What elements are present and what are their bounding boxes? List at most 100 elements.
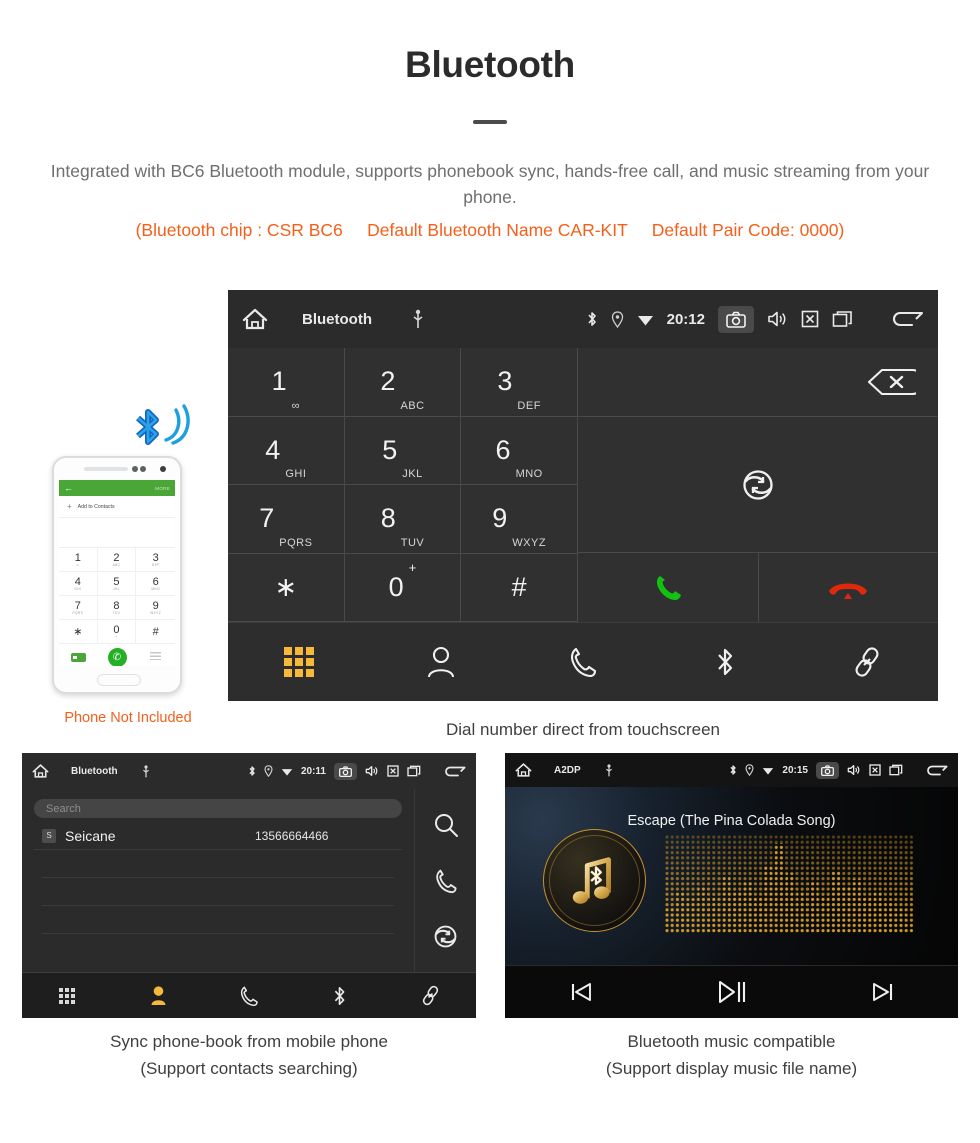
- home-icon[interactable]: [242, 307, 268, 331]
- home-icon[interactable]: [515, 762, 532, 778]
- music-status-bar: A2DP 20:15: [505, 753, 958, 787]
- phone-key: 2 ABC: [97, 548, 137, 572]
- phone-keypad: 1 ∞ 2 ABC 3 DEF 4 GHI 5 JKL 6 MNO 7 PQRS 8 TUV 9…: [59, 548, 175, 644]
- contact-row[interactable]: S Seicane 13566664466: [34, 822, 402, 850]
- close-box-icon[interactable]: [387, 765, 399, 777]
- volume-icon[interactable]: [365, 765, 379, 777]
- page-subtitle: Integrated with BC6 Bluetooth module, su…: [50, 161, 930, 207]
- tab-call-log[interactable]: [512, 646, 654, 678]
- phonebook-screen: Bluetooth 20:11 Search S Seicane 1356666…: [22, 753, 476, 1018]
- tab-keypad[interactable]: [228, 647, 370, 677]
- location-icon: [745, 764, 754, 776]
- music-caption: Bluetooth music compatible (Support disp…: [505, 1028, 958, 1082]
- phonebook-caption-line1: Sync phone-book from mobile phone: [110, 1032, 388, 1051]
- search-input[interactable]: Search: [34, 799, 402, 818]
- tab-pair[interactable]: [385, 985, 476, 1006]
- recents-icon[interactable]: [889, 764, 903, 776]
- tab-bluetooth[interactable]: [294, 985, 385, 1007]
- tab-pair[interactable]: [796, 646, 938, 678]
- tab-contacts[interactable]: [370, 646, 512, 678]
- close-box-icon[interactable]: [869, 764, 881, 776]
- call-button[interactable]: [578, 553, 759, 622]
- dial-key-4[interactable]: 4 GHI: [228, 416, 345, 485]
- keypad-icon: [284, 647, 314, 677]
- phone-front-camera: [160, 466, 166, 472]
- tab-bluetooth[interactable]: [654, 646, 796, 678]
- back-arrow-icon[interactable]: [924, 763, 948, 778]
- dialer-sync-row: [578, 417, 938, 553]
- phone-key: 0 +: [97, 620, 137, 644]
- usb-icon: [605, 763, 613, 777]
- back-arrow-icon[interactable]: [442, 764, 466, 779]
- phone-add-contact-row: + Add to Contacts: [59, 496, 175, 518]
- dial-key-3[interactable]: 3 DEF: [461, 348, 578, 417]
- tab-call-log[interactable]: [204, 985, 295, 1007]
- dial-key-2[interactable]: 2 ABC: [344, 348, 462, 417]
- phone-key: 5 JKL: [97, 572, 137, 596]
- camera-icon[interactable]: [334, 762, 357, 780]
- dialer-body: 1 ∞ 2 ABC 3 DEF 4 GHI 5 JKL 6 MNO 7 PQRS 8 TUV 9…: [228, 348, 938, 622]
- close-box-icon[interactable]: [801, 310, 819, 328]
- dialer-caption: Dial number direct from touchscreen: [445, 720, 720, 739]
- dialer-title: Bluetooth: [302, 310, 372, 328]
- phone-action-row: ✆: [59, 644, 175, 666]
- music-note-bluetooth-icon: [566, 852, 624, 910]
- music-clock: 20:15: [782, 764, 808, 776]
- camera-icon[interactable]: [816, 761, 839, 779]
- play-pause-button[interactable]: [656, 979, 807, 1005]
- phone-screen: ← MORE + Add to Contacts 1 ∞ 2 ABC 3 DEF 4G…: [59, 480, 175, 666]
- dial-key-star[interactable]: ∗: [228, 553, 345, 622]
- next-button[interactable]: [807, 980, 958, 1004]
- contact-list-area: Search S Seicane 13566664466: [22, 789, 414, 972]
- end-call-button[interactable]: [759, 553, 939, 622]
- dial-key-6[interactable]: 6 MNO: [461, 416, 578, 485]
- dial-key-1[interactable]: 1 ∞: [228, 348, 345, 417]
- sync-icon[interactable]: [741, 468, 775, 502]
- dial-key-8[interactable]: 8 TUV: [344, 485, 462, 554]
- previous-button[interactable]: [505, 980, 656, 1004]
- location-icon: [611, 310, 624, 328]
- backspace-icon[interactable]: [866, 367, 916, 397]
- search-icon[interactable]: [433, 812, 459, 838]
- usb-icon: [142, 764, 150, 778]
- dialer-screen: Bluetooth 20:12 1 ∞ 2 ABC 3 DEF 4 GHI 5 …: [228, 290, 938, 701]
- camera-icon[interactable]: [718, 305, 754, 333]
- tab-keypad[interactable]: [22, 987, 113, 1004]
- music-screen: A2DP 20:15 Escape (The Pina Colada Song): [505, 753, 958, 1018]
- back-arrow-icon[interactable]: [888, 308, 924, 330]
- dialer-keypad: 1 ∞ 2 ABC 3 DEF 4 GHI 5 JKL 6 MNO 7 PQRS 8 TUV 9…: [228, 348, 578, 622]
- phone-sensor-dot: [132, 466, 138, 472]
- dial-key-hash[interactable]: #: [461, 553, 578, 622]
- volume-icon[interactable]: [767, 310, 788, 328]
- dial-key-7[interactable]: 7 PQRS: [228, 485, 345, 554]
- contact-number: 13566664466: [255, 828, 329, 843]
- phone-icon[interactable]: [434, 868, 458, 894]
- dial-key-9[interactable]: 9 WXYZ: [461, 485, 578, 554]
- bluetooth-icon: [248, 765, 256, 777]
- plus-icon: +: [67, 502, 72, 511]
- volume-icon[interactable]: [847, 764, 861, 776]
- title-divider: [473, 120, 507, 124]
- phone-more-label: MORE: [155, 485, 170, 491]
- skip-next-icon: [871, 980, 895, 1004]
- phonebook-caption: Sync phone-book from mobile phone (Suppo…: [22, 1028, 476, 1082]
- phone-speaker: [84, 467, 128, 471]
- wifi-icon: [762, 766, 774, 775]
- search-placeholder: Search: [46, 802, 81, 815]
- tab-contacts[interactable]: [113, 985, 204, 1006]
- phone-device: ← MORE + Add to Contacts 1 ∞ 2 ABC 3 DEF 4G…: [52, 456, 182, 694]
- phone-key: 3 DEF: [136, 548, 175, 572]
- contact-row-empty: [42, 850, 394, 878]
- contact-initial-badge: S: [42, 828, 56, 843]
- sync-icon[interactable]: [433, 924, 458, 949]
- phonebook-tab-bar: [22, 972, 476, 1018]
- location-icon: [264, 765, 273, 777]
- dial-key-5[interactable]: 5 JKL: [344, 416, 462, 485]
- recents-icon[interactable]: [832, 310, 853, 328]
- dial-key-0[interactable]: 0 +: [344, 553, 462, 622]
- phone-home-button: [97, 674, 141, 686]
- recents-icon[interactable]: [407, 765, 421, 777]
- music-controls: [505, 965, 958, 1018]
- bluetooth-icon: [332, 985, 347, 1007]
- home-icon[interactable]: [32, 763, 49, 779]
